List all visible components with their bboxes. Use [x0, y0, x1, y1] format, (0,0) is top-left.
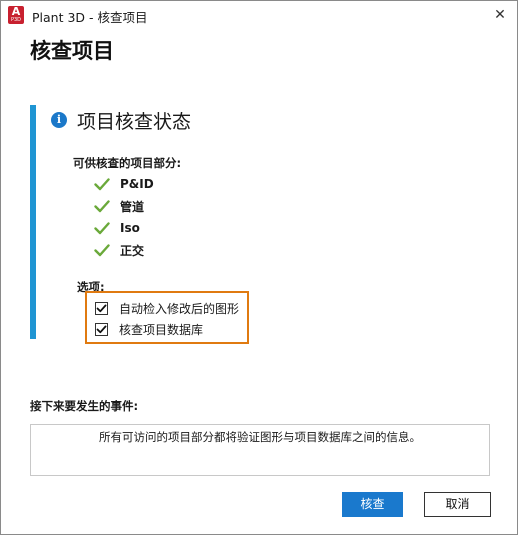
part-item: Iso — [94, 219, 140, 237]
option-auto-checkin[interactable]: 自动检入修改后的图形 — [95, 299, 239, 317]
auto-checkin-checkbox[interactable] — [95, 301, 108, 315]
audit-db-label[interactable]: 核查项目数据库 — [119, 321, 203, 338]
dialog-window: A P3D Plant 3D - 核查项目 ✕ 核查项目 i 项目核查状态 可供… — [0, 0, 518, 535]
cancel-button[interactable]: 取消 — [424, 492, 491, 517]
page-title: 核查项目 — [30, 39, 114, 63]
checkmark-icon — [94, 176, 110, 192]
audit-db-checkbox[interactable] — [95, 322, 108, 336]
part-item: 正交 — [94, 241, 144, 259]
next-events-label: 接下来要发生的事件: — [30, 399, 139, 413]
status-accent-bar — [30, 105, 36, 339]
autocad-plant3d-icon: A P3D — [8, 6, 24, 24]
part-label: 管道 — [120, 199, 145, 214]
next-events-text: 所有可访问的项目部分都将验证图形与项目数据库之间的信息。 — [99, 430, 421, 444]
info-icon: i — [51, 112, 67, 128]
part-label: 正交 — [120, 243, 145, 258]
audit-button[interactable]: 核查 — [342, 492, 403, 517]
checkmark-icon — [94, 220, 110, 236]
part-label: P&ID — [120, 177, 154, 191]
window-title: Plant 3D - 核查项目 — [32, 10, 148, 25]
auto-checkin-label[interactable]: 自动检入修改后的图形 — [119, 300, 239, 317]
parts-label: 可供核查的项目部分: — [73, 156, 182, 170]
option-audit-db[interactable]: 核查项目数据库 — [95, 320, 203, 338]
part-label: Iso — [120, 221, 140, 235]
next-events-box: 所有可访问的项目部分都将验证图形与项目数据库之间的信息。 — [30, 424, 490, 476]
close-icon: ✕ — [494, 7, 506, 23]
title-bar[interactable]: A P3D Plant 3D - 核查项目 ✕ — [1, 1, 517, 31]
part-item: 管道 — [94, 197, 144, 215]
checkmark-icon — [94, 242, 110, 258]
checkmark-icon — [94, 198, 110, 214]
part-item: P&ID — [94, 175, 154, 193]
close-button[interactable]: ✕ — [489, 5, 511, 25]
status-heading: 项目核查状态 — [77, 111, 192, 133]
